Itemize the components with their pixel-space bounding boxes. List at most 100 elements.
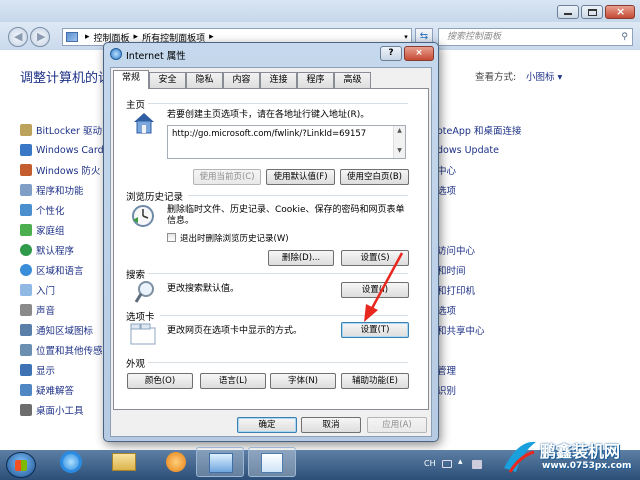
cp-item-action-center[interactable]: 中心 xyxy=(437,160,456,180)
watermark-brand: 鹏鑫装机网 xyxy=(540,442,621,461)
taskbar-control-panel-button[interactable] xyxy=(196,447,244,477)
cp-item-region-language[interactable]: 区域和语言 xyxy=(20,260,84,280)
close-icon: × xyxy=(415,48,423,58)
cp-item-ease-of-access[interactable]: 访问中心 xyxy=(437,240,475,260)
apply-button[interactable]: 应用(A) xyxy=(367,417,427,433)
cp-item-programs[interactable]: 程序和功能 xyxy=(20,180,84,200)
view-by-dropdown[interactable]: 小图标 ▾ xyxy=(526,69,562,83)
search-input[interactable]: 搜索控制面板 ⚲ xyxy=(438,28,633,46)
home-page-url-input[interactable]: http://go.microsoft.com/fwlink/?LinkId=6… xyxy=(167,125,406,159)
cp-item-notification-icons[interactable]: 通知区域图标 xyxy=(20,320,93,340)
taskbar-explorer-button[interactable] xyxy=(100,447,148,477)
dialog-close-button[interactable]: × xyxy=(404,46,434,61)
use-current-button[interactable]: 使用当前页(C) xyxy=(193,169,261,185)
cp-item-sound[interactable]: 声音 xyxy=(20,300,55,320)
cp-item-speech-recognition[interactable]: 识别 xyxy=(437,380,456,400)
breadcrumb-separator: ▸ xyxy=(133,32,139,42)
cp-item-power-options[interactable]: 选项 xyxy=(437,300,456,320)
history-icon xyxy=(130,203,156,229)
maximize-button[interactable] xyxy=(581,5,603,19)
tray-keyboard-icon[interactable] xyxy=(442,460,452,468)
delete-history-button[interactable]: 删除(D)... xyxy=(268,250,334,266)
bitlocker-icon xyxy=(20,124,32,136)
cp-item-bitlocker[interactable]: BitLocker 驱动 xyxy=(20,120,102,140)
tab-privacy[interactable]: 隐私 xyxy=(186,72,223,89)
tab-advanced[interactable]: 高级 xyxy=(334,72,371,89)
close-button[interactable]: × xyxy=(605,5,635,19)
fonts-button[interactable]: 字体(N) xyxy=(270,373,336,389)
cp-item-gadgets[interactable]: 桌面小工具 xyxy=(20,400,84,420)
languages-button[interactable]: 语言(L) xyxy=(200,373,266,389)
cp-item-troubleshooting[interactable]: 疑难解答 xyxy=(20,380,74,400)
getting-started-icon xyxy=(20,284,32,296)
minimize-button[interactable] xyxy=(557,5,579,19)
home-section-divider xyxy=(148,103,408,104)
search-description: 更改搜索默认值。 xyxy=(167,284,240,294)
tabs-section-title: 选项卡 xyxy=(126,312,155,323)
taskbar-internet-options-button[interactable] xyxy=(248,447,296,477)
start-button[interactable] xyxy=(6,452,36,478)
cp-item-homegroup[interactable]: 家庭组 xyxy=(20,220,65,240)
url-scrollbar[interactable]: ▲ ▼ xyxy=(393,126,405,158)
cp-item-credential-manager[interactable]: 管理 xyxy=(437,360,456,380)
cp-item-default-programs[interactable]: 默认程序 xyxy=(20,240,74,260)
cp-item-label: BitLocker 驱动 xyxy=(36,126,102,137)
troubleshooting-icon xyxy=(20,384,32,396)
cp-item-display[interactable]: 显示 xyxy=(20,360,55,380)
explorer-titlebar xyxy=(0,0,640,22)
cp-item-label: 声音 xyxy=(36,306,56,317)
cp-item-personalization[interactable]: 个性化 xyxy=(20,200,65,220)
cp-item-label: 桌面小工具 xyxy=(36,406,84,417)
accessibility-button[interactable]: 辅助功能(E) xyxy=(341,373,409,389)
search-magnifier-icon xyxy=(134,280,156,304)
tab-security[interactable]: 安全 xyxy=(149,72,186,89)
colors-button[interactable]: 颜色(O) xyxy=(127,373,193,389)
help-button[interactable]: ? xyxy=(380,46,402,61)
forward-button[interactable]: ▶ xyxy=(30,27,50,47)
tab-connections[interactable]: 连接 xyxy=(260,72,297,89)
windows-logo-icon xyxy=(15,460,27,471)
back-arrow-icon: ◀ xyxy=(14,30,23,43)
tray-language-indicator[interactable]: CH xyxy=(424,459,436,468)
cp-item-date-time[interactable]: 和时间 xyxy=(437,260,466,280)
cancel-button[interactable]: 取消 xyxy=(301,417,361,433)
programs-icon xyxy=(20,184,32,196)
use-blank-button[interactable]: 使用空白页(B) xyxy=(340,169,409,185)
notification-icons-icon xyxy=(20,324,32,336)
location-sensors-icon xyxy=(20,344,32,356)
cp-item-label: 个性化 xyxy=(36,206,65,217)
personalization-icon xyxy=(20,204,32,216)
tray-chevron-icon[interactable]: ▴ xyxy=(458,457,463,467)
gadgets-icon xyxy=(20,404,32,416)
back-button[interactable]: ◀ xyxy=(8,27,28,47)
taskbar-media-player-button[interactable] xyxy=(152,447,200,477)
tab-content[interactable]: 内容 xyxy=(223,72,260,89)
use-default-button[interactable]: 使用默认值(F) xyxy=(266,169,335,185)
cp-item-network-sharing[interactable]: 和共享中心 xyxy=(437,320,485,340)
cp-item-label: 家庭组 xyxy=(36,226,65,237)
cp-item-remoteapp[interactable]: oteApp 和桌面连接 xyxy=(437,120,521,140)
cp-item-options[interactable]: 选项 xyxy=(437,180,456,200)
watermark-swoosh-icon xyxy=(504,441,536,473)
history-section-title: 浏览历史记录 xyxy=(126,192,184,203)
delete-on-exit-checkbox[interactable] xyxy=(167,233,176,242)
tab-general[interactable]: 常规 xyxy=(113,70,149,89)
minimize-icon xyxy=(564,13,572,15)
cp-item-label: 通知区域图标 xyxy=(36,326,94,337)
cp-item-devices-printers[interactable]: 和打印机 xyxy=(437,280,475,300)
ok-button[interactable]: 确定 xyxy=(237,417,297,433)
cp-item-firewall[interactable]: Windows 防火 xyxy=(20,160,100,180)
cp-item-cardspace[interactable]: Windows Card xyxy=(20,140,104,160)
cp-item-label: 程序和功能 xyxy=(36,186,84,197)
home-description: 若要创建主页选项卡，请在各地址行键入地址(R)。 xyxy=(167,110,370,120)
delete-on-exit-label[interactable]: 退出时删除浏览历史记录(W) xyxy=(180,232,289,244)
cp-item-location-sensors[interactable]: 位置和其他传感 xyxy=(20,340,103,360)
internet-options-icon xyxy=(110,48,122,60)
taskbar-ie-button[interactable] xyxy=(48,447,96,477)
tab-programs[interactable]: 程序 xyxy=(297,72,334,89)
cp-item-windows-update[interactable]: dows Update xyxy=(437,140,499,160)
cp-item-getting-started[interactable]: 入门 xyxy=(20,280,55,300)
cp-item-label: Windows Card xyxy=(36,144,104,156)
homegroup-icon xyxy=(20,224,32,236)
sound-icon xyxy=(20,304,32,316)
